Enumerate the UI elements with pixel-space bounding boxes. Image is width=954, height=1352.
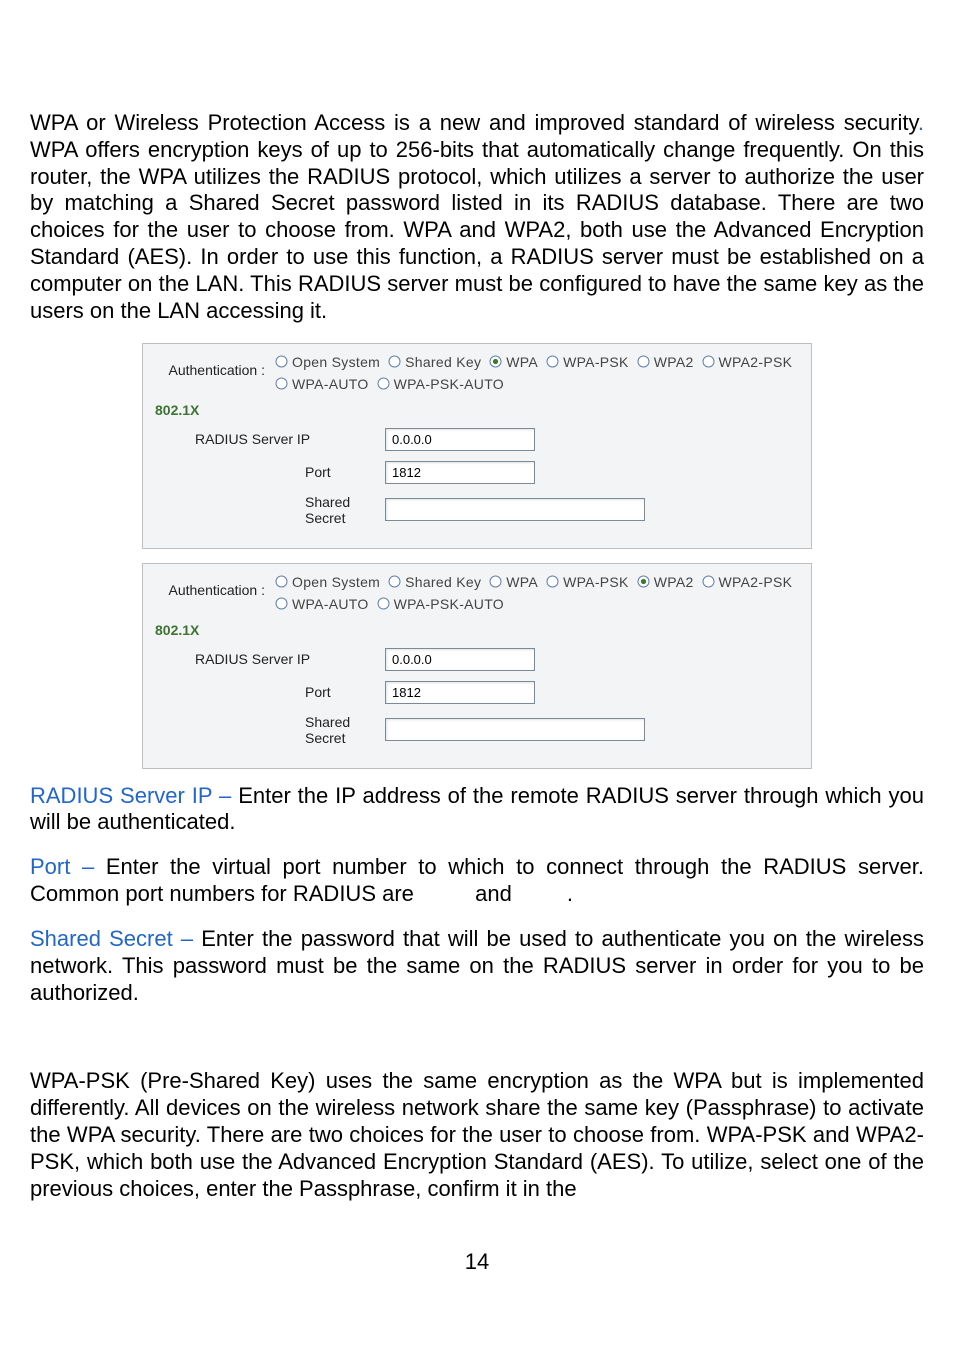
radio-icon [388, 355, 401, 368]
auth-panel-wpa2: Authentication : Open System Shared Key … [142, 563, 812, 769]
def-secret: Shared Secret – Enter the password that … [30, 926, 924, 1006]
def-radius-term: RADIUS Server IP – [30, 783, 238, 808]
psk-body: WPA-PSK (Pre-Shared Key) uses the same e… [30, 1068, 924, 1200]
radio-wpa[interactable]: WPA [489, 574, 538, 590]
radio-icon [489, 575, 502, 588]
intro-body-1: WPA or Wireless Protection Access is a n… [30, 110, 918, 135]
shared-secret-input[interactable] [385, 718, 645, 741]
port-input[interactable] [385, 681, 535, 704]
radio-open-system[interactable]: Open System [275, 354, 380, 370]
auth-label: Authentication : [155, 354, 275, 378]
def-radius: RADIUS Server IP – Enter the IP address … [30, 783, 924, 837]
radio-icon [377, 597, 390, 610]
radio-wpa-auto[interactable]: WPA-AUTO [275, 376, 369, 392]
intro-body-2: WPA offers encryption keys of up to 256-… [30, 137, 924, 323]
radio-icon [275, 377, 288, 390]
shared-secret-input[interactable] [385, 498, 645, 521]
auth-row: Authentication : Open System Shared Key … [155, 354, 799, 392]
def-port-1812: 1812 [420, 881, 469, 906]
radio-wpa2-psk[interactable]: WPA2-PSK [702, 574, 793, 590]
radio-icon [275, 597, 288, 610]
radio-wpa2-psk[interactable]: WPA2-PSK [702, 354, 793, 370]
port-label: Port [155, 684, 385, 700]
radio-open-system[interactable]: Open System [275, 574, 380, 590]
shared-secret-label: Shared Secret [155, 494, 385, 526]
auth-label: Authentication : [155, 574, 275, 598]
radio-shared-key[interactable]: Shared Key [388, 574, 481, 590]
auth-radio-group: Open System Shared Key WPA WPA-PSK WPA2 … [275, 574, 799, 612]
section-8021x: 802.1X [155, 402, 799, 418]
radius-ip-label: RADIUS Server IP [155, 431, 385, 447]
intro-paragraph: WPA or Wireless Protection Access is a n… [30, 110, 924, 325]
def-port: Port – Enter the virtual port number to … [30, 854, 924, 908]
radio-icon [275, 355, 288, 368]
radio-selected-icon [637, 575, 650, 588]
def-port-term: Port – [30, 854, 106, 879]
radius-ip-input[interactable] [385, 428, 535, 451]
radio-icon [377, 377, 390, 390]
radio-wpa[interactable]: WPA [489, 354, 538, 370]
radio-wpa2[interactable]: WPA2 [637, 574, 694, 590]
radio-wpa-psk[interactable]: WPA-PSK [546, 354, 629, 370]
radio-icon [275, 575, 288, 588]
shared-secret-label: Shared Secret [155, 714, 385, 746]
radio-icon [637, 355, 650, 368]
port-label: Port [155, 464, 385, 480]
port-input[interactable] [385, 461, 535, 484]
radius-ip-input[interactable] [385, 648, 535, 671]
def-port-and: and [469, 881, 518, 906]
page-number: 14 [30, 1249, 924, 1275]
radio-wpa-psk-auto[interactable]: WPA-PSK-AUTO [377, 376, 504, 392]
def-port-period: . [567, 881, 573, 906]
intro-period: . [918, 110, 924, 135]
radio-wpa2[interactable]: WPA2 [637, 354, 694, 370]
radio-icon [702, 355, 715, 368]
radio-icon [388, 575, 401, 588]
auth-panel-wpa: Authentication : Open System Shared Key … [142, 343, 812, 549]
radio-icon [546, 355, 559, 368]
def-secret-term: Shared Secret – [30, 926, 201, 951]
def-port-1813: 1813 [518, 881, 567, 906]
radio-wpa-auto[interactable]: WPA-AUTO [275, 596, 369, 612]
auth-row: Authentication : Open System Shared Key … [155, 574, 799, 612]
section-8021x: 802.1X [155, 622, 799, 638]
radio-wpa-psk-auto[interactable]: WPA-PSK-AUTO [377, 596, 504, 612]
radio-icon [702, 575, 715, 588]
radio-shared-key[interactable]: Shared Key [388, 354, 481, 370]
radio-wpa-psk[interactable]: WPA-PSK [546, 574, 629, 590]
auth-radio-group: Open System Shared Key WPA WPA-PSK WPA2 … [275, 354, 799, 392]
radio-selected-icon [489, 355, 502, 368]
psk-paragraph: WPA-PSK (Pre-Shared Key) uses the same e… [30, 1068, 924, 1202]
radius-ip-label: RADIUS Server IP [155, 651, 385, 667]
radio-icon [546, 575, 559, 588]
